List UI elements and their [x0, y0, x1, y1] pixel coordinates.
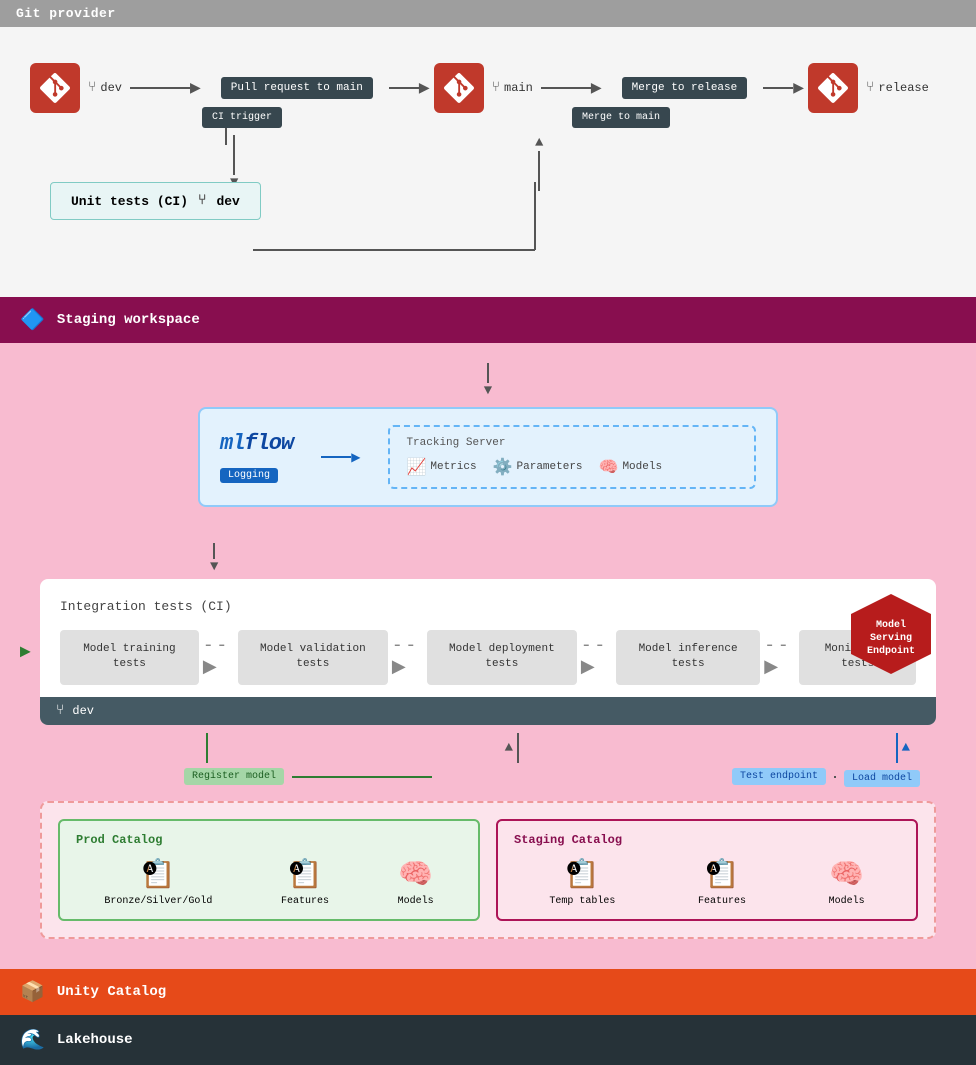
model-training-tests: Model training tests — [60, 630, 199, 685]
staging-catalog: Staging Catalog 📋 🅐 Temp tables 📋 🅐 — [496, 819, 918, 921]
prod-catalog-title: Prod Catalog — [76, 833, 462, 847]
arrow-4: - - ▶ — [764, 636, 795, 678]
model-deployment-tests: Model deployment tests — [427, 630, 577, 685]
staging-features-item: 📋 🅐 Features — [698, 857, 746, 907]
integration-dev-bar: ⑂ dev — [40, 697, 936, 725]
staging-models-item: 🧠 Models — [829, 857, 865, 907]
parameters-label: Parameters — [517, 461, 583, 473]
tracking-server-box: Tracking Server 📈 Metrics ⚙️ Parameters … — [388, 425, 756, 489]
release-git-icon — [808, 63, 858, 113]
integration-tests-box: Integration tests (CI) ▶ Model training … — [40, 579, 936, 725]
test-steps: Model training tests - - ▶ Model validat… — [60, 630, 916, 685]
unit-tests-label: Unit tests (CI) — [71, 194, 188, 209]
svg-text:Endpoint: Endpoint — [867, 645, 915, 657]
lakehouse-bar: 🌊 Lakehouse — [0, 1015, 976, 1065]
tracking-server-title: Tracking Server — [406, 437, 738, 449]
staging-header: 🔷 Staging workspace — [0, 297, 976, 343]
arrow-2: - - ▶ — [392, 636, 423, 678]
mlflow-section: mlflow Logging ▶ Tracking Server 📈 — [198, 407, 778, 507]
arrow-1: - - ▶ — [203, 636, 234, 678]
unity-catalog-title: Unity Catalog — [57, 984, 166, 1000]
arrow-3: - - ▶ — [581, 636, 612, 678]
dev-branch-label: ⑂ dev — [88, 80, 122, 96]
metrics-label: Metrics — [430, 461, 476, 473]
ci-trigger-label: CI trigger — [202, 107, 282, 128]
staging-temp-label: Temp tables — [549, 896, 615, 907]
parameters-item: ⚙️ Parameters — [493, 457, 583, 477]
prod-catalog: Prod Catalog 📋 🅐 Bronze/Silver/Gold 📋 🅐 — [58, 819, 480, 921]
staging-models-label: Models — [829, 896, 865, 907]
staging-workspace: 🔷 Staging workspace ▼ mlflow Logging — [0, 297, 976, 969]
prod-bronze-label: Bronze/Silver/Gold — [104, 896, 212, 907]
release-branch-label: ⑂ release — [866, 80, 929, 96]
svg-text:Model: Model — [876, 619, 906, 631]
unit-tests-box: Unit tests (CI) ⑂ dev — [50, 182, 261, 220]
models-item: 🧠 Models — [599, 457, 663, 477]
svg-text:Serving: Serving — [870, 632, 912, 644]
staging-temp-item: 📋 🅐 Temp tables — [549, 857, 615, 907]
prod-models-label: Models — [398, 896, 434, 907]
dev-git-icon — [30, 63, 80, 113]
git-provider-bar: Git provider — [0, 0, 976, 27]
mlflow-logo: mlflow — [220, 431, 293, 456]
unit-tests-branch: dev — [216, 194, 239, 209]
tracking-items: 📈 Metrics ⚙️ Parameters 🧠 Models — [406, 457, 738, 477]
pull-request-button[interactable]: Pull request to main — [221, 77, 373, 99]
models-label: Models — [622, 461, 662, 473]
staging-features-label: Features — [698, 896, 746, 907]
prod-features-item: 📋 🅐 Features — [281, 857, 329, 907]
unity-catalog-bar: 📦 Unity Catalog — [0, 969, 976, 1015]
merge-to-main-label: Merge to main — [572, 107, 670, 128]
staging-body: ▼ mlflow Logging ▶ — [0, 343, 976, 969]
lakehouse-title: Lakehouse — [57, 1032, 133, 1048]
catalogs-area: Prod Catalog 📋 🅐 Bronze/Silver/Gold 📋 🅐 — [40, 801, 936, 939]
top-section: ⑂ dev ▶ Pull request to main ▶ ⑂ main ▶ — [0, 27, 976, 297]
main-git-icon — [434, 63, 484, 113]
git-provider-title: Git provider — [16, 6, 116, 21]
prod-models-item: 🧠 Models — [398, 857, 434, 907]
prod-bronze-item: 📋 🅐 Bronze/Silver/Gold — [104, 857, 212, 907]
model-serving-endpoint: Model Serving Endpoint — [846, 589, 936, 684]
model-validation-tests: Model validation tests — [238, 630, 388, 685]
load-model-label: Load model — [844, 770, 920, 787]
metrics-item: 📈 Metrics — [406, 457, 476, 477]
integration-tests-title: Integration tests (CI) — [60, 599, 916, 614]
staging-catalog-title: Staging Catalog — [514, 833, 900, 847]
model-inference-tests: Model inference tests — [616, 630, 760, 685]
prod-features-label: Features — [281, 896, 329, 907]
logging-badge: Logging — [220, 468, 278, 483]
staging-catalog-items: 📋 🅐 Temp tables 📋 🅐 Features 🧠 — [514, 857, 900, 907]
integration-dev-label: dev — [72, 704, 94, 718]
test-endpoint-label: Test endpoint — [732, 768, 826, 785]
merge-to-release-button[interactable]: Merge to release — [622, 77, 748, 99]
register-model-label: Register model — [184, 768, 284, 785]
staging-workspace-title: Staging workspace — [57, 312, 200, 328]
prod-catalog-items: 📋 🅐 Bronze/Silver/Gold 📋 🅐 Features — [76, 857, 462, 907]
main-branch-label: ⑂ main — [492, 80, 533, 96]
